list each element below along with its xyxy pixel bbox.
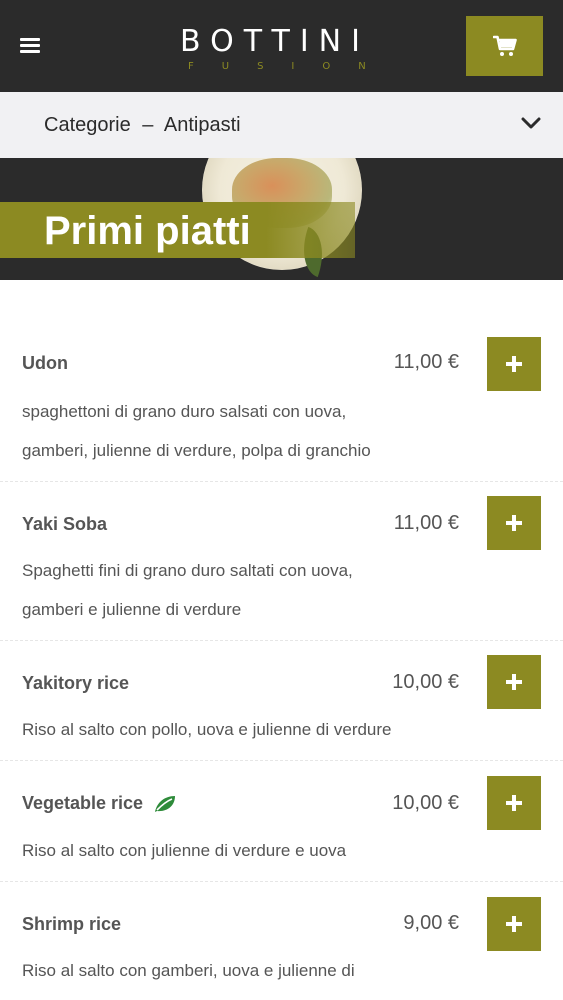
menu-item: Vegetable rice 10,00 € Riso al salto con… [0, 761, 563, 882]
menu-item: Shrimp rice 9,00 € Riso al salto con gam… [0, 882, 563, 1000]
category-current: Antipasti [163, 113, 241, 136]
category-separator: – [142, 113, 154, 136]
item-description: Riso al salto con gamberi, uova e julien… [22, 951, 442, 990]
chevron-down-icon[interactable] [521, 116, 541, 130]
item-description: Riso al salto con julienne di verdure e … [22, 831, 442, 870]
cart-button[interactable] [466, 16, 543, 76]
add-to-cart-button[interactable] [487, 897, 541, 951]
item-price: 11,00 € [393, 512, 459, 534]
plus-icon [506, 515, 522, 531]
item-price: 9,00 € [403, 912, 459, 934]
add-to-cart-button[interactable] [487, 337, 541, 391]
item-description: Spaghetti fini di grano duro saltati con… [22, 551, 442, 629]
logo[interactable]: BOTTINI FUSION [160, 24, 380, 74]
item-description-line: gamberi, julienne di verdure, polpa di g… [22, 441, 371, 460]
item-description-line: gamberi e julienne di verdure [22, 600, 242, 619]
plus-icon [506, 674, 522, 690]
add-to-cart-button[interactable] [487, 776, 541, 830]
menu-item: Yaki Soba 11,00 € Spaghetti fini di gran… [0, 482, 563, 641]
item-price: 11,00 € [393, 351, 459, 373]
logo-main-text: BOTTINI [180, 24, 370, 59]
item-description: Riso al salto con pollo, uova e julienne… [22, 710, 442, 749]
item-description-line: Riso al salto con pollo, uova e julienne… [22, 720, 392, 739]
add-to-cart-button[interactable] [487, 496, 541, 550]
add-to-cart-button[interactable] [487, 655, 541, 709]
category-selector[interactable]: Categorie – Antipasti [0, 92, 563, 158]
item-name: Yaki Soba [22, 514, 108, 534]
plus-icon [506, 356, 522, 372]
item-description-line: Spaghetti fini di grano duro saltati con… [22, 561, 353, 580]
vegetarian-leaf-icon [155, 795, 176, 812]
item-description-line: Riso al salto con gamberi, uova e julien… [22, 961, 355, 980]
category-text: Categorie – Antipasti [44, 114, 241, 137]
item-name: Vegetable rice [22, 793, 144, 813]
logo-sub-text: FUSION [188, 61, 394, 72]
category-label: Categorie [44, 113, 131, 136]
plus-icon [506, 795, 522, 811]
section-title: Primi piatti [44, 209, 251, 253]
item-price: 10,00 € [392, 792, 459, 814]
item-name: Udon [22, 353, 68, 373]
item-description: spaghettoni di grano duro salsati con uo… [22, 392, 442, 470]
category-hero: Primi piatti [0, 158, 563, 280]
menu-item: Udon 11,00 € spaghettoni di grano duro s… [0, 320, 563, 482]
hamburger-icon[interactable] [20, 38, 40, 54]
item-description-line: spaghettoni di grano duro salsati con uo… [22, 402, 347, 421]
plus-icon [506, 916, 522, 932]
item-name: Yakitory rice [22, 673, 130, 693]
item-description-line: Riso al salto con julienne di verdure e … [22, 841, 347, 860]
item-name: Shrimp rice [22, 914, 122, 934]
item-price: 10,00 € [392, 671, 459, 693]
top-bar: BOTTINI FUSION [0, 0, 563, 92]
cart-icon [492, 35, 517, 56]
menu-item: Yakitory rice 10,00 € Riso al salto con … [0, 641, 563, 761]
